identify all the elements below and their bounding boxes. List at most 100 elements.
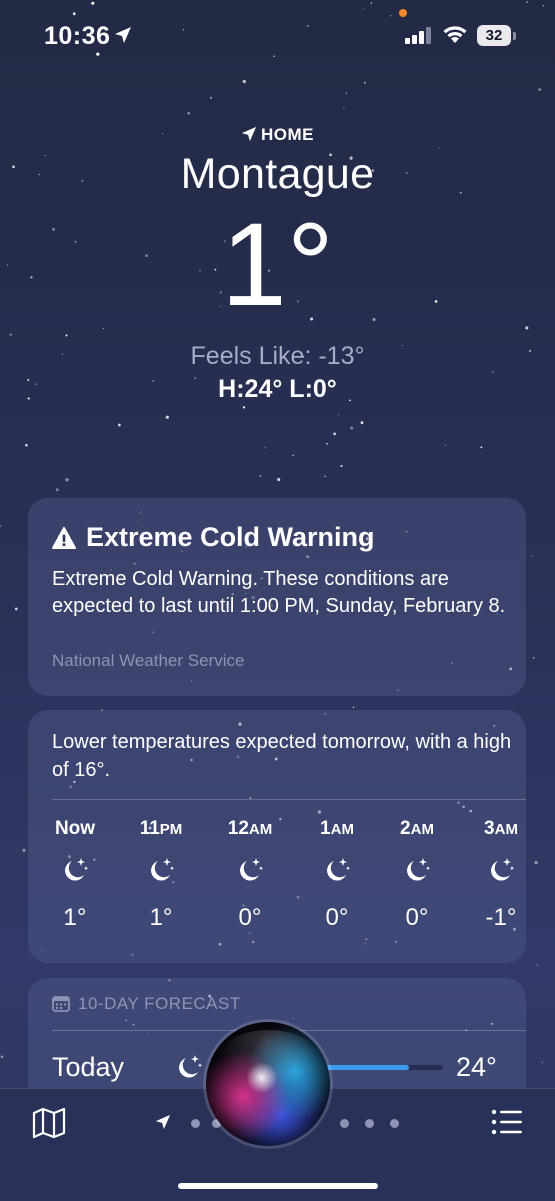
star <box>538 88 542 92</box>
star <box>118 423 121 427</box>
weather-alert-card[interactable]: Extreme Cold Warning Extreme Cold Warnin… <box>28 498 526 696</box>
location-arrow-icon <box>241 126 257 142</box>
moon-stars-icon <box>151 858 175 881</box>
hour-icon-wrap <box>215 856 285 886</box>
hour-temperature: 0° <box>238 904 262 931</box>
map-icon[interactable] <box>32 1107 66 1139</box>
hour-item: Now 1° <box>40 818 110 932</box>
star <box>338 414 340 416</box>
moon-stars-icon <box>240 858 264 881</box>
star <box>187 111 191 115</box>
star <box>350 426 354 430</box>
hour-label-number: 12 <box>227 818 249 839</box>
location-label: HOME <box>261 125 314 144</box>
star <box>165 415 169 419</box>
forecast-high: 24° <box>456 1052 497 1082</box>
hour-label: 11PM <box>126 818 196 842</box>
hour-icon-wrap <box>40 856 110 886</box>
star <box>242 79 246 84</box>
siri-orb-highlight <box>218 1030 318 1090</box>
hour-item: 12AM 0° <box>215 818 285 932</box>
star <box>352 706 355 709</box>
hour-label-suffix: AM <box>330 821 354 838</box>
star <box>438 146 440 149</box>
star <box>345 92 348 95</box>
hour-label-suffix: AM <box>248 821 273 838</box>
page-dot <box>365 1119 374 1128</box>
star <box>480 446 483 449</box>
page-dot <box>191 1119 200 1128</box>
hour-item: 1AM 0° <box>302 818 372 932</box>
hour-temperature: 0° <box>405 904 429 931</box>
hour-temperature: 0° <box>325 904 349 931</box>
alert-title-row: Extreme Cold Warning <box>52 522 375 553</box>
moon-stars-icon <box>179 1055 203 1078</box>
city-name: Montague <box>180 150 375 198</box>
hour-label: 3AM <box>466 818 536 842</box>
star <box>326 442 328 445</box>
star <box>0 525 2 528</box>
hour-label-number: 3 <box>484 818 495 839</box>
status-bar: 10:36 32 <box>0 0 555 70</box>
star <box>65 478 69 482</box>
forecast-day-label: Today <box>52 1052 125 1082</box>
star <box>492 371 494 373</box>
hour-label: 2AM <box>382 818 452 842</box>
star <box>532 657 535 659</box>
hour-label-number: 11 <box>139 818 160 839</box>
wifi-icon <box>443 26 467 43</box>
alert-title: Extreme Cold Warning <box>86 522 375 552</box>
hour-label-suffix: AM <box>410 821 434 838</box>
star <box>0 1055 4 1058</box>
hour-label-suffix: PM <box>159 821 183 838</box>
star <box>324 475 326 478</box>
divider <box>52 799 526 800</box>
star <box>55 488 59 492</box>
current-temperature: 1° <box>221 199 334 331</box>
hour-label-suffix: AM <box>494 821 518 838</box>
calendar-icon <box>52 996 70 1012</box>
star <box>102 327 104 329</box>
star <box>25 443 28 447</box>
location-arrow-icon <box>115 27 131 43</box>
hour-icon-wrap <box>382 856 452 886</box>
hour-item: 2AM 0° <box>382 818 452 932</box>
star <box>242 406 246 409</box>
hour-label-number: Now <box>54 818 96 839</box>
alert-source: National Weather Service <box>52 651 245 670</box>
star <box>277 477 281 482</box>
hour-label: Now <box>40 818 110 842</box>
moon-stars-icon <box>491 858 515 881</box>
signal-icon <box>405 27 431 44</box>
star <box>292 454 294 456</box>
moon-stars-icon <box>327 858 351 881</box>
privacy-indicator-dot <box>399 9 407 17</box>
hour-label-number: 2 <box>400 818 411 839</box>
location-arrow-icon <box>155 1114 171 1130</box>
star <box>536 964 539 966</box>
star <box>363 81 366 84</box>
battery-tip <box>513 32 516 40</box>
star <box>531 555 534 557</box>
warning-triangle-icon <box>52 527 76 549</box>
hourly-forecast-card[interactable]: Lower temperatures expected tomorrow, wi… <box>28 710 526 963</box>
list-icon[interactable] <box>491 1109 523 1135</box>
star <box>22 848 26 853</box>
star <box>333 432 337 436</box>
location-label-row: HOME <box>0 125 555 145</box>
hour-label-number: 1 <box>320 818 331 839</box>
hour-temperature: 1° <box>63 904 87 931</box>
hour-label: 12AM <box>215 818 285 842</box>
star <box>360 421 364 425</box>
star <box>14 607 18 611</box>
hour-icon-wrap <box>466 856 536 886</box>
moon-stars-icon <box>65 858 89 881</box>
alert-body: Extreme Cold Warning. These conditions a… <box>52 568 506 617</box>
star <box>9 333 12 336</box>
star <box>259 475 262 478</box>
star <box>343 106 345 109</box>
home-indicator[interactable] <box>178 1183 378 1189</box>
forecast-header: 10-DAY FORECAST <box>52 994 241 1014</box>
battery-icon: 32 <box>477 25 511 46</box>
high-low: H:24° L:0° <box>218 375 337 403</box>
